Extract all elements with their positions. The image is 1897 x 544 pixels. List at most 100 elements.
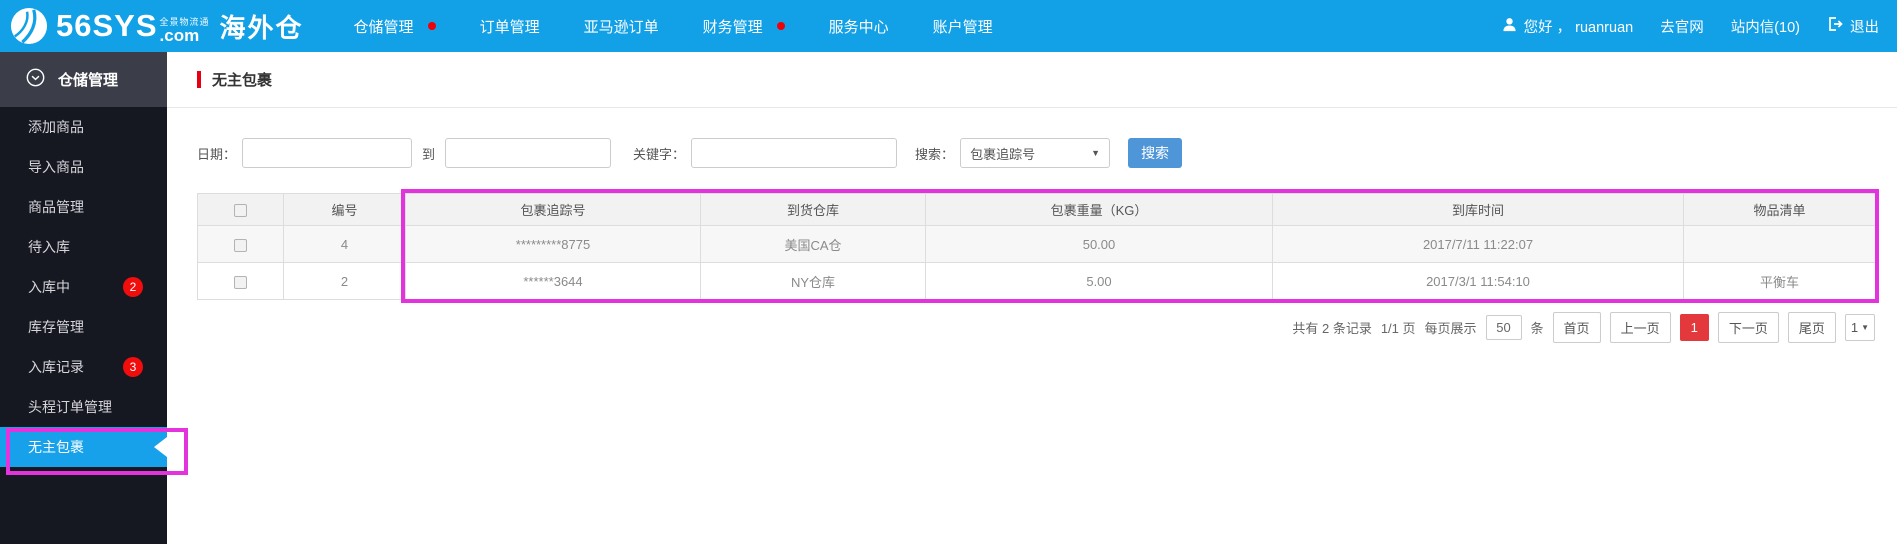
col-header-item-list: 物品清单 [1684,194,1876,226]
title-accent-bar [197,71,201,88]
sidebar-item-inbound-records[interactable]: 入库记录 3 [0,347,167,387]
logo: 56SYS 全景物流通 .com 海外仓 [10,7,304,45]
sidebar-item-label: 入库记录 [28,359,84,375]
logo-tagline: 全景物流通 [160,15,210,28]
nav-label: 财务管理 [703,16,763,37]
logo-icon [10,7,48,45]
sidebar-item-label: 添加商品 [28,119,84,135]
official-site-label: 去官网 [1660,16,1704,37]
sidebar: 仓储管理 添加商品 导入商品 商品管理 待入库 入库中 2 库存管理 入库记录 … [0,52,167,544]
sidebar-item-label: 待入库 [28,239,70,255]
nav-label: 订单管理 [480,16,540,37]
cell-arrival-time: 2017/3/1 11:54:10 [1273,263,1684,300]
per-page-input[interactable] [1486,315,1522,340]
cell-no: 4 [284,226,406,263]
header-checkbox-cell [198,194,284,226]
main-content: 无主包裹 日期： 到 关键字： 搜索： 包裹追踪号 ▼ 搜索 编号 包裹追踪号 … [167,52,1897,544]
logo-product-name: 海外仓 [220,8,304,45]
date-label: 日期： [197,144,236,163]
dropdown-arrow-icon: ▼ [1091,148,1100,158]
sidebar-item-label: 入库中 [28,279,70,295]
nav-order-management[interactable]: 订单管理 [458,0,562,52]
row-checkbox[interactable] [234,276,247,289]
sidebar-item-inbound-in-progress[interactable]: 入库中 2 [0,267,167,307]
count-badge: 3 [123,357,143,377]
nav-label: 服务中心 [829,16,889,37]
inbox-link[interactable]: 站内信(10) [1731,16,1800,37]
inbox-label: 站内信(10) [1731,16,1800,37]
sidebar-item-label: 导入商品 [28,159,84,175]
sidebar-item-add-product[interactable]: 添加商品 [0,107,167,147]
count-badge: 2 [123,277,143,297]
pagination: 共有 2 条记录 1/1 页 每页展示 条 首页 上一页 1 下一页 尾页 1 … [167,312,1875,343]
col-header-arrival-time: 到库时间 [1273,194,1684,226]
page-title: 无主包裹 [212,69,272,90]
cell-item-list [1684,226,1876,263]
sidebar-item-import-product[interactable]: 导入商品 [0,147,167,187]
dropdown-arrow-icon: ▼ [1861,323,1869,332]
cell-arrival-time: 2017/7/11 11:22:07 [1273,226,1684,263]
page-jump-select[interactable]: 1 ▼ [1845,314,1875,341]
sidebar-item-label: 商品管理 [28,199,84,215]
table-row: 4 *********8775 美国CA仓 50.00 2017/7/11 11… [198,226,1876,263]
main-nav: 仓储管理 订单管理 亚马逊订单 财务管理 服务中心 账户管理 [332,0,1015,52]
sidebar-item-unclaimed-packages[interactable]: 无主包裹 [0,427,167,467]
prev-page-button[interactable]: 上一页 [1610,312,1671,343]
sidebar-item-inventory-management[interactable]: 库存管理 [0,307,167,347]
user-icon [1502,17,1517,36]
nav-amazon-orders[interactable]: 亚马逊订单 [562,0,681,52]
nav-warehouse-management[interactable]: 仓储管理 [332,0,458,52]
sidebar-header-warehouse[interactable]: 仓储管理 [0,52,167,107]
nav-service-center[interactable]: 服务中心 [807,0,911,52]
nav-finance-management[interactable]: 财务管理 [681,0,807,52]
chevron-down-circle-icon [26,68,45,91]
sidebar-header-label: 仓储管理 [58,69,118,90]
search-type-select[interactable]: 包裹追踪号 ▼ [960,138,1110,168]
greeting-text: 您好 ， ruanruan [1524,16,1634,37]
sidebar-item-pending-inbound[interactable]: 待入库 [0,227,167,267]
notification-dot-icon [777,22,785,30]
cell-tracking: ******3644 [406,263,701,300]
logo-brand: 56SYS [56,8,158,44]
page-title-row: 无主包裹 [167,52,1897,108]
col-header-no: 编号 [284,194,406,226]
table-header-row: 编号 包裹追踪号 到货仓库 包裹重量（KG） 到库时间 物品清单 [198,194,1876,226]
official-site-link[interactable]: 去官网 [1660,16,1704,37]
cell-warehouse: 美国CA仓 [701,226,926,263]
cell-weight: 50.00 [926,226,1273,263]
current-page-button[interactable]: 1 [1680,314,1709,341]
nav-label: 账户管理 [933,16,993,37]
search-type-selected-value: 包裹追踪号 [970,144,1035,163]
sidebar-item-label: 头程订单管理 [28,399,112,415]
cell-item-list: 平衡车 [1684,263,1876,300]
col-header-weight: 包裹重量（KG） [926,194,1273,226]
first-page-button[interactable]: 首页 [1553,312,1601,343]
nav-label: 仓储管理 [354,16,414,37]
packages-table: 编号 包裹追踪号 到货仓库 包裹重量（KG） 到库时间 物品清单 4 *****… [197,193,1876,300]
sidebar-item-product-management[interactable]: 商品管理 [0,187,167,227]
search-button[interactable]: 搜索 [1128,138,1182,168]
topbar-right: 您好 ， ruanruan 去官网 站内信(10) 退出 [1502,16,1879,37]
date-to-input[interactable] [445,138,611,168]
user-greeting[interactable]: 您好 ， ruanruan [1502,16,1634,37]
topbar: 56SYS 全景物流通 .com 海外仓 仓储管理 订单管理 亚马逊订单 财务管… [0,0,1897,52]
logout-link[interactable]: 退出 [1827,16,1879,37]
sidebar-item-label: 库存管理 [28,319,84,335]
select-all-checkbox[interactable] [234,204,247,217]
row-checkbox[interactable] [234,239,247,252]
date-from-input[interactable] [242,138,412,168]
nav-label: 亚马逊订单 [584,16,659,37]
search-type-label: 搜索： [915,144,954,163]
sidebar-item-label: 无主包裹 [28,439,84,455]
sidebar-item-first-leg-orders[interactable]: 头程订单管理 [0,387,167,427]
nav-account-management[interactable]: 账户管理 [911,0,1015,52]
logout-label: 退出 [1850,16,1879,37]
per-page-label: 每页展示 [1425,318,1477,337]
row-checkbox-cell [198,263,284,300]
records-total-text: 共有 2 条记录 [1292,318,1371,337]
last-page-button[interactable]: 尾页 [1788,312,1836,343]
col-header-warehouse: 到货仓库 [701,194,926,226]
keyword-input[interactable] [691,138,897,168]
next-page-button[interactable]: 下一页 [1718,312,1779,343]
notification-dot-icon [428,22,436,30]
